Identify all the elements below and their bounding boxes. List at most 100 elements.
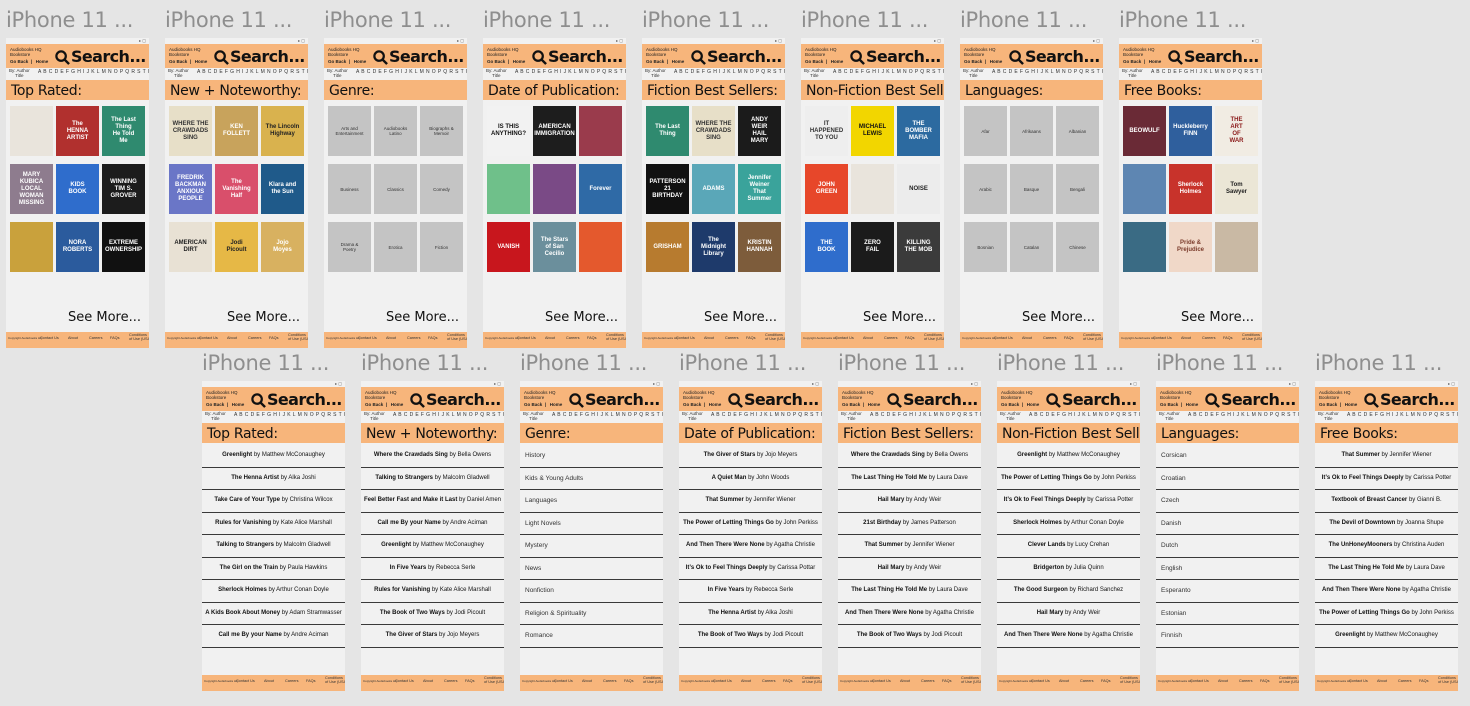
footer-link[interactable]: FAQs <box>1223 336 1233 340</box>
list-item[interactable]: News <box>520 558 663 580</box>
footer-link[interactable]: Conditions of Use (USA) <box>1242 333 1262 341</box>
list-item[interactable]: Hail Mary by Andy Weir <box>997 603 1140 625</box>
list-item[interactable]: Greenlight by Matthew McConaughey <box>361 535 504 558</box>
alphabet-index[interactable]: A B C D E F G H I J K L M N O P Q R S T … <box>234 412 345 418</box>
book-cover[interactable] <box>851 164 894 214</box>
artboard-label[interactable]: iPhone 11 ... <box>801 8 928 32</box>
artboard-label[interactable]: iPhone 11 ... <box>960 8 1087 32</box>
book-cover[interactable]: Klara and the Sun <box>261 164 304 214</box>
category-tile[interactable]: Fiction <box>420 222 463 272</box>
list-item[interactable]: Clever Lands by Lucy Crehan <box>997 535 1140 558</box>
list-item[interactable]: The Good Surgeon by Richard Sanchez <box>997 580 1140 603</box>
nav-links[interactable]: Go Back | Home <box>487 59 525 64</box>
brand-name[interactable]: Audiobooks HQ Bookstore <box>328 47 368 57</box>
brand-name[interactable]: Audiobooks HQ Bookstore <box>10 47 50 57</box>
list-item[interactable]: Kids & Young Adults <box>520 468 663 490</box>
list-item[interactable]: Light Novels <box>520 513 663 535</box>
artboard-label[interactable]: iPhone 11 ... <box>520 351 647 375</box>
alphabet-index[interactable]: A B C D E F G H I J K L M N O P Q R S T … <box>552 412 663 418</box>
list-item[interactable]: Call me By your Name by Andre Aciman <box>361 513 504 535</box>
artboard-label[interactable]: iPhone 11 ... <box>483 8 610 32</box>
alphabet-index[interactable]: A B C D E F G H I J K L M N O P Q R S T … <box>674 69 785 75</box>
list-item[interactable]: The Henna Artist by Alka Joshi <box>202 468 345 490</box>
book-cover[interactable]: BEOWULF <box>1123 106 1166 156</box>
category-tile[interactable]: Audiobooks Latino <box>374 106 417 156</box>
search-button[interactable]: Search... <box>569 390 660 409</box>
alphabet-index[interactable]: A B C D E F G H I J K L M N O P Q R S T … <box>870 412 981 418</box>
list-item[interactable]: The Book of Two Ways by Jodi Picoult <box>838 625 981 648</box>
book-cover[interactable]: The Vanishing Half <box>215 164 258 214</box>
list-item[interactable]: The Book of Two Ways by Jodi Picoult <box>361 603 504 625</box>
book-cover[interactable]: AMERICAN IMMIGRATION <box>533 106 576 156</box>
see-more-link[interactable]: See More... <box>227 310 300 325</box>
alphabet-index[interactable]: A B C D E F G H I J K L M N O P Q R S T … <box>515 69 626 75</box>
footer-link[interactable]: Careers <box>444 679 458 683</box>
book-cover[interactable]: ADAMS <box>692 164 735 214</box>
search-button[interactable]: Search... <box>373 47 464 66</box>
list-item[interactable]: And Then There Were None by Agatha Chris… <box>679 535 822 558</box>
book-cover[interactable] <box>10 106 53 156</box>
artboard-label[interactable]: iPhone 11 ... <box>361 351 488 375</box>
book-cover[interactable] <box>1123 222 1166 272</box>
category-tile[interactable]: Arts and Entertainment <box>328 106 371 156</box>
book-cover[interactable]: Jojo Moyes <box>261 222 304 272</box>
list-item[interactable]: The UnHoneyMooners by Christina Auden <box>1315 535 1458 558</box>
book-cover[interactable]: The Last Thing <box>646 106 689 156</box>
footer-link[interactable]: FAQs <box>1260 679 1270 683</box>
search-button[interactable]: Search... <box>691 47 782 66</box>
search-button[interactable]: Search... <box>410 390 501 409</box>
category-tile[interactable]: Afrikaans <box>1010 106 1053 156</box>
footer-link[interactable]: Conditions of Use (USA) <box>129 333 149 341</box>
book-cover[interactable]: FREDRIK BACKMAN ANXIOUS PEOPLE <box>169 164 212 214</box>
footer-link[interactable]: Contact Us <box>994 336 1013 340</box>
footer-link[interactable]: FAQs <box>269 336 279 340</box>
list-item[interactable]: Talking to Strangers by Malcolm Gladwell <box>202 535 345 558</box>
book-cover[interactable]: THE BOMBER MAFIA <box>897 106 940 156</box>
footer-link[interactable]: Contact Us <box>872 679 891 683</box>
footer-link[interactable]: FAQs <box>746 336 756 340</box>
see-more-link[interactable]: See More... <box>386 310 459 325</box>
alphabet-index[interactable]: A B C D E F G H I J K L M N O P Q R S T … <box>1151 69 1262 75</box>
footer-link[interactable]: Conditions of Use (USA) <box>447 333 467 341</box>
search-button[interactable]: Search... <box>214 47 305 66</box>
sort-by-label[interactable]: By: Author Title <box>1318 411 1339 421</box>
book-cover[interactable]: The HENNA ARTIST <box>56 106 99 156</box>
artboard-label[interactable]: iPhone 11 ... <box>165 8 292 32</box>
footer-link[interactable]: Contact Us <box>1349 679 1368 683</box>
footer-link[interactable]: Contact Us <box>199 336 218 340</box>
brand-name[interactable]: Audiobooks HQ Bookstore <box>1123 47 1163 57</box>
footer-link[interactable]: Conditions of Use (USA) <box>1279 676 1299 684</box>
sort-by-label[interactable]: By: Author Title <box>205 411 226 421</box>
nav-links[interactable]: Go Back | Home <box>1001 402 1039 407</box>
footer-link[interactable]: Contact Us <box>40 336 59 340</box>
book-cover[interactable]: Pride & Prejudice <box>1169 222 1212 272</box>
alphabet-index[interactable]: A B C D E F G H I J K L M N O P Q R S T … <box>38 69 149 75</box>
category-tile[interactable]: Albanian <box>1056 106 1099 156</box>
list-item[interactable]: Rules for Vanishing by Kate Alice Marsha… <box>361 580 504 603</box>
list-item[interactable]: Religion & Spirituality <box>520 603 663 625</box>
list-item[interactable]: Talking to Strangers by Malcolm Gladwell <box>361 468 504 490</box>
list-item[interactable]: The Last Thing He Told Me by Laura Dave <box>838 580 981 603</box>
book-cover[interactable]: Forever <box>579 164 622 214</box>
sort-by-label[interactable]: By: Author Title <box>804 68 825 78</box>
nav-links[interactable]: Go Back | Home <box>10 59 48 64</box>
footer-link[interactable]: Contact Us <box>835 336 854 340</box>
footer-link[interactable]: Careers <box>762 679 776 683</box>
footer-link[interactable]: About <box>741 679 751 683</box>
book-cover[interactable]: KIDS BOOK <box>56 164 99 214</box>
nav-links[interactable]: Go Back | Home <box>646 59 684 64</box>
sort-by-label[interactable]: By: Author Title <box>486 68 507 78</box>
footer-link[interactable]: Conditions of Use (USA) <box>1438 676 1458 684</box>
footer-link[interactable]: FAQs <box>465 679 475 683</box>
footer-link[interactable]: Contact Us <box>358 336 377 340</box>
list-item[interactable]: The Power of Letting Things Go by John P… <box>997 468 1140 490</box>
brand-name[interactable]: Audiobooks HQ Bookstore <box>842 390 882 400</box>
alphabet-index[interactable]: A B C D E F G H I J K L M N O P Q R S T … <box>356 69 467 75</box>
list-item[interactable]: Greenlight by Matthew McConaughey <box>202 445 345 468</box>
footer-link[interactable]: About <box>1022 336 1032 340</box>
brand-name[interactable]: Audiobooks HQ Bookstore <box>1160 390 1200 400</box>
book-cover[interactable]: MARY KUBICA LOCAL WOMAN MISSING <box>10 164 53 214</box>
artboard-label[interactable]: iPhone 11 ... <box>838 351 965 375</box>
footer-link[interactable]: Careers <box>725 336 739 340</box>
book-cover[interactable]: ZERO FAIL <box>851 222 894 272</box>
